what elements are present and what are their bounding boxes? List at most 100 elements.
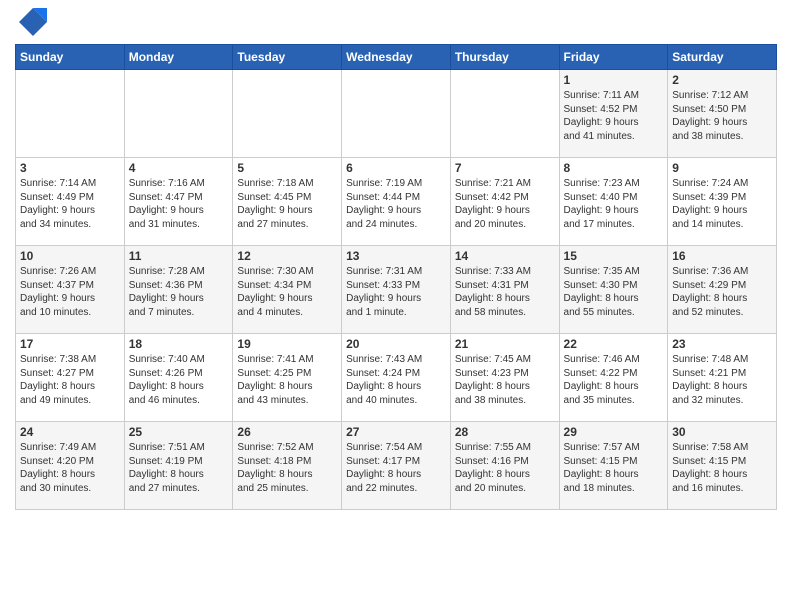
day-info: Sunrise: 7:19 AM Sunset: 4:44 PM Dayligh… — [346, 177, 446, 231]
header — [15, 10, 777, 38]
day-number: 6 — [346, 161, 446, 175]
day-cell: 7Sunrise: 7:21 AM Sunset: 4:42 PM Daylig… — [450, 158, 559, 246]
day-cell: 9 Sunrise: 7:24 AM Sunset: 4:39 PM Daylig… — [668, 158, 777, 246]
day-cell: 5Sunrise: 7:18 AM Sunset: 4:45 PM Daylig… — [233, 158, 342, 246]
day-number: 22 — [564, 337, 664, 351]
week-row-5: 24 Sunrise: 7:49 AM Sunset: 4:20 PM Dayli… — [16, 422, 777, 510]
day-number: 7 — [455, 161, 555, 175]
logo-icon — [19, 8, 47, 36]
day-cell: 8 Sunrise: 7:23 AM Sunset: 4:40 PM Daylig… — [559, 158, 668, 246]
day-cell: 24 Sunrise: 7:49 AM Sunset: 4:20 PM Dayli… — [16, 422, 125, 510]
day-number: 9 — [672, 161, 772, 175]
day-number: 17 — [20, 337, 120, 351]
day-info: Sunrise: 7:23 AM Sunset: 4:40 PM Dayligh… — [564, 177, 664, 231]
day-cell: 18 Sunrise: 7:40 AM Sunset: 4:26 PM Dayli… — [124, 334, 233, 422]
day-cell: 1 Sunrise: 7:11 AM Sunset: 4:52 PM Daylig… — [559, 70, 668, 158]
day-info: Sunrise: 7:58 AM Sunset: 4:15 PM Dayligh… — [672, 441, 772, 495]
day-cell — [342, 70, 451, 158]
day-info: Sunrise: 7:57 AM Sunset: 4:15 PM Dayligh… — [564, 441, 664, 495]
day-info: Sunrise: 7:52 AM Sunset: 4:18 PM Dayligh… — [237, 441, 337, 495]
day-info: Sunrise: 7:36 AM Sunset: 4:29 PM Dayligh… — [672, 265, 772, 319]
day-cell — [16, 70, 125, 158]
day-info: Sunrise: 7:30 AM Sunset: 4:34 PM Dayligh… — [237, 265, 337, 319]
day-cell — [450, 70, 559, 158]
day-number: 27 — [346, 425, 446, 439]
day-info: Sunrise: 7:18 AM Sunset: 4:45 PM Dayligh… — [237, 177, 337, 231]
day-info: Sunrise: 7:16 AM Sunset: 4:47 PM Dayligh… — [129, 177, 229, 231]
day-info: Sunrise: 7:51 AM Sunset: 4:19 PM Dayligh… — [129, 441, 229, 495]
weekday-header-tuesday: Tuesday — [233, 45, 342, 70]
day-number: 30 — [672, 425, 772, 439]
day-number: 10 — [20, 249, 120, 263]
day-cell: 4 Sunrise: 7:16 AM Sunset: 4:47 PM Daylig… — [124, 158, 233, 246]
day-cell: 16 Sunrise: 7:36 AM Sunset: 4:29 PM Dayli… — [668, 246, 777, 334]
day-info: Sunrise: 7:33 AM Sunset: 4:31 PM Dayligh… — [455, 265, 555, 319]
day-cell: 27 Sunrise: 7:54 AM Sunset: 4:17 PM Dayli… — [342, 422, 451, 510]
day-number: 24 — [20, 425, 120, 439]
day-number: 1 — [564, 73, 664, 87]
day-info: Sunrise: 7:14 AM Sunset: 4:49 PM Dayligh… — [20, 177, 120, 231]
day-info: Sunrise: 7:40 AM Sunset: 4:26 PM Dayligh… — [129, 353, 229, 407]
week-row-3: 10 Sunrise: 7:26 AM Sunset: 4:37 PM Dayli… — [16, 246, 777, 334]
day-info: Sunrise: 7:55 AM Sunset: 4:16 PM Dayligh… — [455, 441, 555, 495]
day-cell: 13 Sunrise: 7:31 AM Sunset: 4:33 PM Dayli… — [342, 246, 451, 334]
day-cell: 22 Sunrise: 7:46 AM Sunset: 4:22 PM Dayli… — [559, 334, 668, 422]
day-cell: 19 Sunrise: 7:41 AM Sunset: 4:25 PM Dayli… — [233, 334, 342, 422]
day-cell: 25 Sunrise: 7:51 AM Sunset: 4:19 PM Dayli… — [124, 422, 233, 510]
day-info: Sunrise: 7:43 AM Sunset: 4:24 PM Dayligh… — [346, 353, 446, 407]
day-cell: 11Sunrise: 7:28 AM Sunset: 4:36 PM Dayli… — [124, 246, 233, 334]
week-row-1: 1 Sunrise: 7:11 AM Sunset: 4:52 PM Daylig… — [16, 70, 777, 158]
day-cell: 15Sunrise: 7:35 AM Sunset: 4:30 PM Dayli… — [559, 246, 668, 334]
day-cell: 14Sunrise: 7:33 AM Sunset: 4:31 PM Dayli… — [450, 246, 559, 334]
day-cell: 30 Sunrise: 7:58 AM Sunset: 4:15 PM Dayli… — [668, 422, 777, 510]
day-info: Sunrise: 7:41 AM Sunset: 4:25 PM Dayligh… — [237, 353, 337, 407]
week-row-2: 3 Sunrise: 7:14 AM Sunset: 4:49 PM Daylig… — [16, 158, 777, 246]
week-row-4: 17 Sunrise: 7:38 AM Sunset: 4:27 PM Dayli… — [16, 334, 777, 422]
day-number: 20 — [346, 337, 446, 351]
day-info: Sunrise: 7:24 AM Sunset: 4:39 PM Dayligh… — [672, 177, 772, 231]
day-info: Sunrise: 7:12 AM Sunset: 4:50 PM Dayligh… — [672, 89, 772, 143]
weekday-header-monday: Monday — [124, 45, 233, 70]
day-cell: 29Sunrise: 7:57 AM Sunset: 4:15 PM Dayli… — [559, 422, 668, 510]
day-info: Sunrise: 7:31 AM Sunset: 4:33 PM Dayligh… — [346, 265, 446, 319]
day-cell: 26 Sunrise: 7:52 AM Sunset: 4:18 PM Dayli… — [233, 422, 342, 510]
day-info: Sunrise: 7:49 AM Sunset: 4:20 PM Dayligh… — [20, 441, 120, 495]
day-info: Sunrise: 7:54 AM Sunset: 4:17 PM Dayligh… — [346, 441, 446, 495]
day-number: 16 — [672, 249, 772, 263]
day-number: 26 — [237, 425, 337, 439]
logo — [15, 10, 47, 38]
day-number: 2 — [672, 73, 772, 87]
day-cell: 21Sunrise: 7:45 AM Sunset: 4:23 PM Dayli… — [450, 334, 559, 422]
page: SundayMondayTuesdayWednesdayThursdayFrid… — [0, 0, 792, 520]
day-number: 11 — [129, 249, 229, 263]
day-cell: 28Sunrise: 7:55 AM Sunset: 4:16 PM Dayli… — [450, 422, 559, 510]
day-number: 8 — [564, 161, 664, 175]
weekday-header-thursday: Thursday — [450, 45, 559, 70]
day-cell: 12 Sunrise: 7:30 AM Sunset: 4:34 PM Dayli… — [233, 246, 342, 334]
day-number: 13 — [346, 249, 446, 263]
weekday-header-saturday: Saturday — [668, 45, 777, 70]
day-cell: 17 Sunrise: 7:38 AM Sunset: 4:27 PM Dayli… — [16, 334, 125, 422]
day-cell — [124, 70, 233, 158]
day-info: Sunrise: 7:46 AM Sunset: 4:22 PM Dayligh… — [564, 353, 664, 407]
day-number: 15 — [564, 249, 664, 263]
weekday-header-sunday: Sunday — [16, 45, 125, 70]
day-info: Sunrise: 7:26 AM Sunset: 4:37 PM Dayligh… — [20, 265, 120, 319]
day-number: 18 — [129, 337, 229, 351]
day-cell: 3 Sunrise: 7:14 AM Sunset: 4:49 PM Daylig… — [16, 158, 125, 246]
day-cell: 2 Sunrise: 7:12 AM Sunset: 4:50 PM Daylig… — [668, 70, 777, 158]
day-number: 12 — [237, 249, 337, 263]
day-number: 4 — [129, 161, 229, 175]
day-number: 25 — [129, 425, 229, 439]
day-info: Sunrise: 7:48 AM Sunset: 4:21 PM Dayligh… — [672, 353, 772, 407]
weekday-header-wednesday: Wednesday — [342, 45, 451, 70]
day-info: Sunrise: 7:11 AM Sunset: 4:52 PM Dayligh… — [564, 89, 664, 143]
calendar: SundayMondayTuesdayWednesdayThursdayFrid… — [15, 44, 777, 510]
day-number: 19 — [237, 337, 337, 351]
weekday-header-row: SundayMondayTuesdayWednesdayThursdayFrid… — [16, 45, 777, 70]
day-cell — [233, 70, 342, 158]
day-info: Sunrise: 7:38 AM Sunset: 4:27 PM Dayligh… — [20, 353, 120, 407]
day-cell: 6 Sunrise: 7:19 AM Sunset: 4:44 PM Daylig… — [342, 158, 451, 246]
day-cell: 10 Sunrise: 7:26 AM Sunset: 4:37 PM Dayli… — [16, 246, 125, 334]
day-number: 3 — [20, 161, 120, 175]
